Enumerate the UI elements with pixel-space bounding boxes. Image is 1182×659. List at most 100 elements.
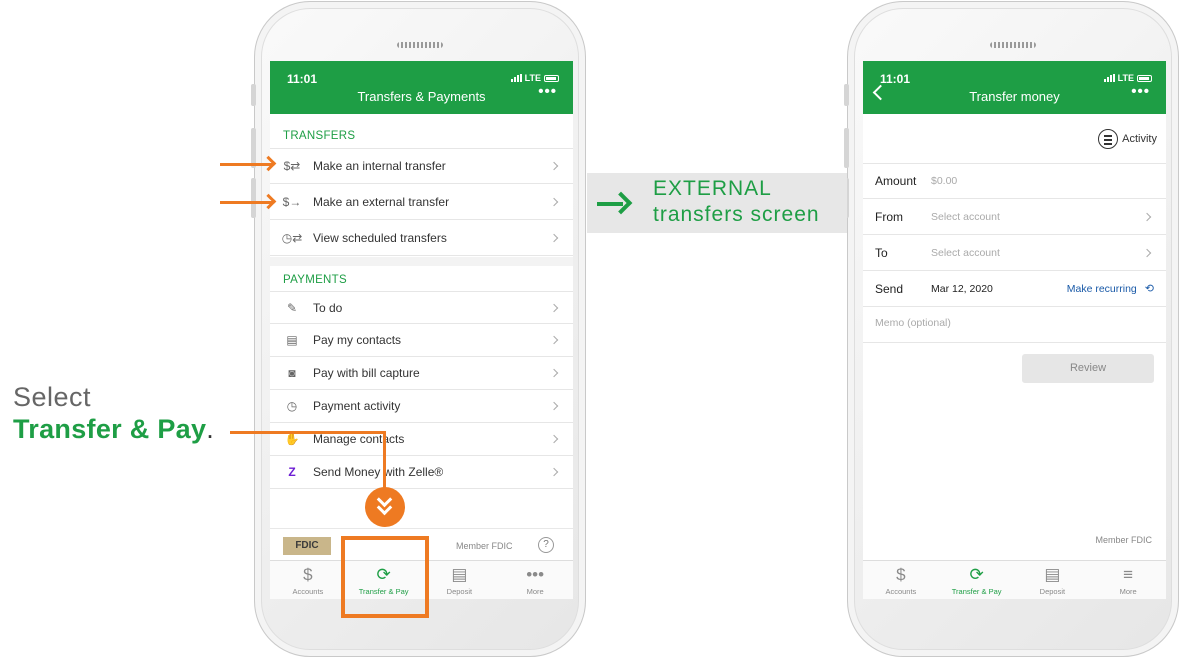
from-placeholder: Select account (931, 210, 1000, 223)
dollar-icon: $ (896, 565, 906, 584)
amount-placeholder: $0.00 (931, 175, 958, 187)
side-button (251, 128, 256, 168)
section-label-transfers: TRANSFERS (283, 130, 356, 142)
menu-item-label: Manage contacts (313, 432, 405, 446)
chevron-right-icon (1142, 212, 1152, 221)
more-dots-icon: ••• (526, 565, 545, 584)
contact-pay-icon: ▤ (286, 333, 298, 347)
tab-deposit[interactable]: ▤ Deposit (422, 561, 498, 599)
tab-more[interactable]: ••• More (497, 561, 573, 599)
annotation-strong-label: Transfer & Pay (13, 414, 207, 444)
amount-field[interactable]: Amount $0.00 (863, 163, 1166, 199)
speaker-grille (397, 42, 443, 48)
status-indicators: LTE (1103, 73, 1152, 83)
network-label: LTE (1117, 73, 1134, 83)
make-recurring-link[interactable]: Make recurring (1067, 283, 1137, 295)
send-date-field[interactable]: Send Mar 12, 2020 Make recurring ⟲ (863, 271, 1166, 307)
tab-more[interactable]: ≡ More (1090, 561, 1166, 599)
menu-item-payment-activity[interactable]: ◷ Payment activity (270, 390, 573, 423)
app-screen-transfer-money: 11:01 LTE Transfer money ••• Activity Am… (863, 61, 1166, 599)
tab-deposit[interactable]: ▤ Deposit (1015, 561, 1091, 599)
menu-item-external-transfer[interactable]: $→ Make an external transfer (270, 184, 573, 220)
chevron-right-icon (549, 303, 559, 312)
transfer-cycle-icon: ⟳ (969, 565, 984, 584)
chevron-right-icon (549, 335, 559, 345)
battery-icon (544, 74, 559, 82)
network-label: LTE (524, 73, 541, 83)
menu-item-internal-transfer[interactable]: $⇄ Make an internal transfer (270, 148, 573, 184)
check-deposit-icon: ▤ (1044, 565, 1061, 584)
menu-item-scheduled-transfers[interactable]: ◷⇄ View scheduled transfers (270, 220, 573, 256)
app-header: 11:01 LTE Transfer money ••• (863, 61, 1166, 114)
annotation-period: . (206, 414, 215, 444)
to-label: To (875, 245, 888, 260)
menu-item-label: Pay with bill capture (313, 366, 420, 380)
menu-item-label: View scheduled transfers (313, 230, 447, 245)
menu-item-label: To do (313, 300, 343, 315)
more-options-icon[interactable]: ••• (1131, 83, 1150, 100)
section-divider (270, 257, 573, 266)
battery-icon (1137, 74, 1152, 82)
side-button (251, 84, 256, 106)
internal-transfer-icon: $⇄ (283, 159, 301, 173)
menu-item-label: Send Money with Zelle® (313, 465, 444, 479)
status-time: 11:01 (880, 72, 911, 86)
annotation-select-text: Select (13, 382, 92, 412)
menu-item-pay-contacts[interactable]: ▤ Pay my contacts (270, 324, 573, 357)
list-icon (1098, 129, 1119, 149)
tab-accounts[interactable]: $ Accounts (270, 561, 346, 599)
menu-item-bill-capture[interactable]: ◙ Pay with bill capture (270, 357, 573, 390)
review-button[interactable]: Review (1022, 354, 1154, 383)
hamburger-menu-icon: ≡ (1123, 565, 1134, 584)
chevron-right-icon (549, 401, 559, 411)
from-account-select[interactable]: From Select account (863, 199, 1166, 235)
tab-label: Deposit (446, 587, 473, 596)
from-label: From (875, 209, 903, 224)
tab-transfer-pay[interactable]: ⟳ Transfer & Pay (939, 561, 1015, 599)
annotation-transfer-pay-text: Transfer & Pay. (13, 414, 214, 445)
side-button (844, 84, 849, 106)
to-placeholder: Select account (931, 246, 1000, 259)
to-account-select[interactable]: To Select account (863, 235, 1166, 271)
annotation-external-line1: EXTERNAL (653, 177, 772, 200)
tab-label: More (1119, 587, 1137, 596)
external-transfer-icon: $→ (282, 194, 302, 209)
recurring-icon[interactable]: ⟲ (1145, 282, 1154, 295)
bottom-tab-bar: $ Accounts ⟳ Transfer & Pay ▤ Deposit ≡ … (863, 560, 1166, 599)
amount-label: Amount (875, 174, 917, 188)
checklist-icon: ✎ (286, 300, 298, 315)
annotation-external-text: EXTERNAL transfers screen (653, 176, 820, 228)
send-date-value: Mar 12, 2020 (931, 282, 993, 295)
side-button (844, 128, 849, 168)
tab-label: Accounts (292, 587, 324, 596)
tab-label: Transfer & Pay (951, 587, 1002, 596)
menu-item-zelle[interactable]: Z Send Money with Zelle® (270, 456, 573, 489)
handshake-icon: ✋ (284, 432, 300, 446)
menu-item-to-do[interactable]: ✎ To do (270, 291, 573, 324)
chevron-right-icon (549, 233, 559, 242)
tab-label: Accounts (885, 587, 917, 596)
send-label: Send (875, 281, 904, 296)
status-indicators: LTE (510, 73, 559, 83)
help-icon[interactable]: ? (538, 537, 554, 553)
chevron-right-icon (549, 197, 559, 206)
chevron-right-icon (1142, 248, 1152, 257)
phone-frame-right: 11:01 LTE Transfer money ••• Activity Am… (844, 1, 1179, 657)
side-button (251, 178, 256, 218)
chevron-right-icon (549, 467, 559, 477)
signal-icon (510, 74, 522, 82)
app-screen-transfers-payments: 11:01 LTE Transfers & Payments ••• TRANS… (270, 61, 573, 599)
activity-button[interactable]: Activity (1098, 129, 1157, 149)
memo-input[interactable]: Memo (optional) (875, 317, 951, 329)
annotation-connector-vertical (383, 431, 386, 489)
menu-item-manage-contacts[interactable]: ✋ Manage contacts (270, 423, 573, 456)
tab-accounts[interactable]: $ Accounts (863, 561, 939, 599)
menu-item-label: Make an internal transfer (313, 159, 446, 173)
section-label-payments: PAYMENTS (283, 274, 347, 286)
double-chevron-down-icon (365, 487, 405, 527)
annotation-highlight-tab (341, 536, 429, 618)
chevron-right-icon (549, 434, 559, 444)
chevron-right-icon (549, 161, 559, 171)
more-options-icon[interactable]: ••• (538, 83, 557, 100)
status-time: 11:01 (287, 72, 318, 86)
